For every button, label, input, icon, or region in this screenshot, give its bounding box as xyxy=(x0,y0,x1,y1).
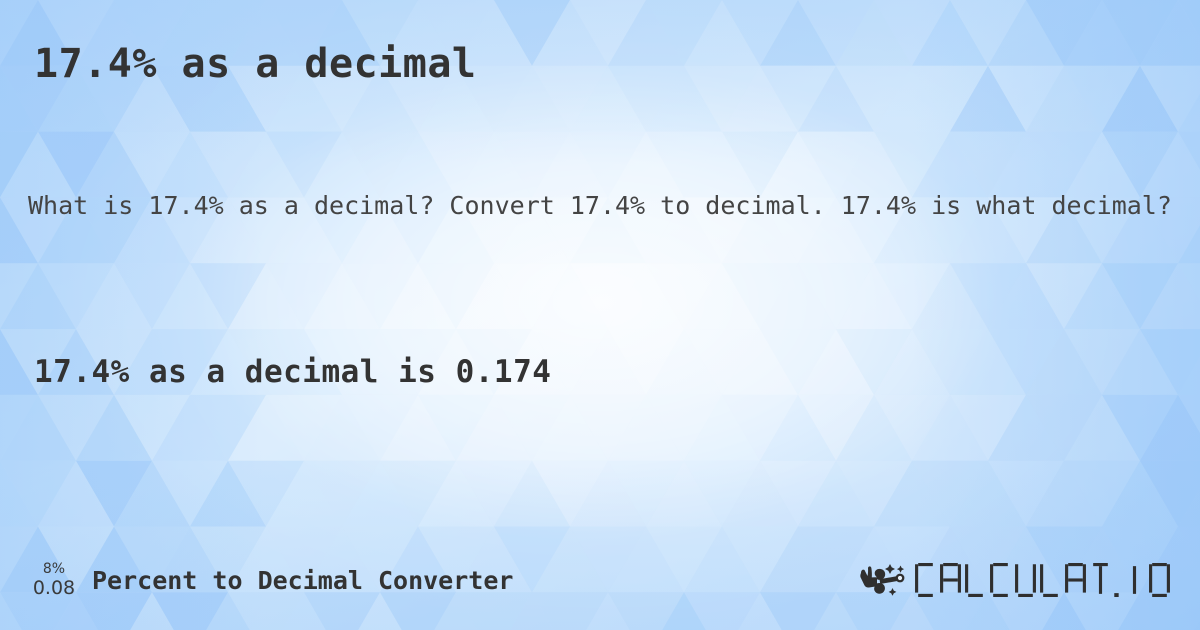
percent-to-decimal-icon: 8% 0.08 xyxy=(28,562,80,598)
answer-text: 17.4% as a decimal is 0.174 xyxy=(34,354,552,390)
brand-letter xyxy=(938,563,963,597)
brand-letter xyxy=(963,563,988,597)
description-text: What is 17.4% as a decimal? Convert 17.4… xyxy=(28,191,1172,220)
brand-letter xyxy=(1122,563,1147,597)
brand-letter xyxy=(1063,563,1088,597)
brand-logo[interactable] xyxy=(855,559,1172,601)
icon-decimal-label: 0.08 xyxy=(32,577,76,599)
brand-letter xyxy=(988,563,1013,597)
brand-letter xyxy=(1113,563,1122,597)
footer-left-group: 8% 0.08 Percent to Decimal Converter xyxy=(28,562,514,598)
magic-wand-hand-icon xyxy=(860,564,905,596)
page-title: 17.4% as a decimal xyxy=(34,41,477,87)
brand-letter xyxy=(1013,563,1038,597)
brand-letter xyxy=(1088,563,1113,597)
icon-percent-label: 8% xyxy=(42,561,66,577)
brand-letter xyxy=(913,563,938,597)
footer-title: Percent to Decimal Converter xyxy=(92,565,514,595)
og-image-card: 17.4% as a decimal What is 17.4% as a de… xyxy=(0,0,1200,630)
content-area: 17.4% as a decimal What is 17.4% as a de… xyxy=(0,0,1200,630)
footer: 8% 0.08 Percent to Decimal Converter xyxy=(0,552,1200,608)
brand-name xyxy=(913,563,1172,597)
brand-letter xyxy=(1147,563,1172,597)
brand-letter xyxy=(1038,563,1063,597)
